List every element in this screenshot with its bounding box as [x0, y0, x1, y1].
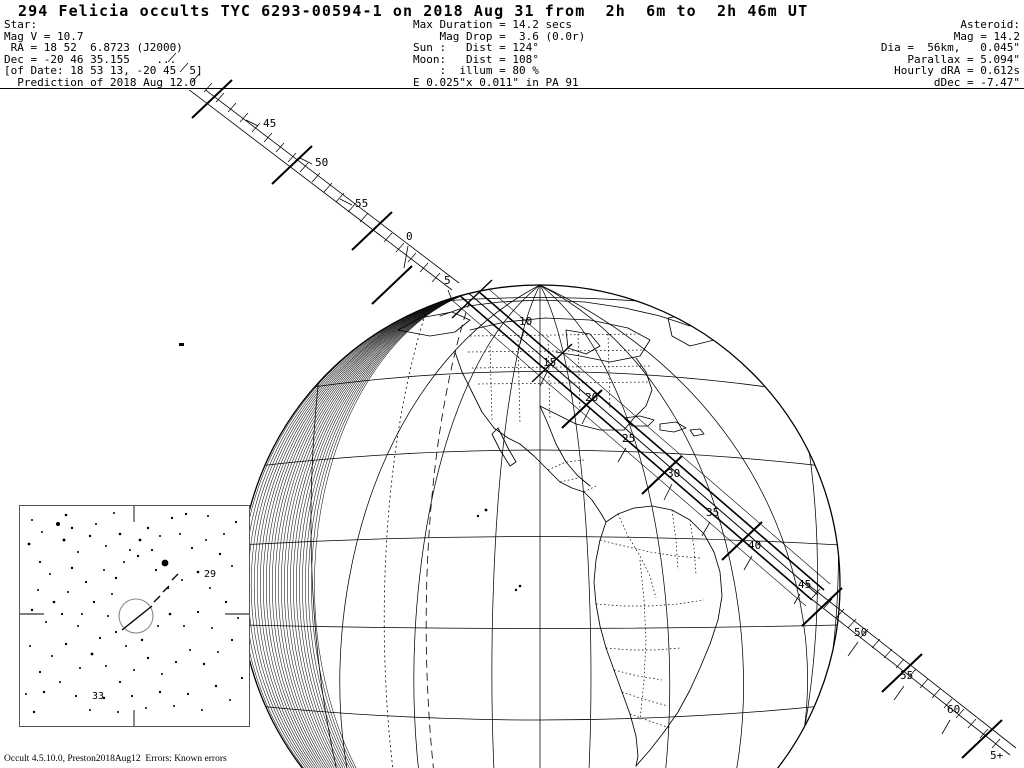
- inset-label-33: 33: [92, 691, 105, 702]
- inset-label-29: 29: [204, 569, 217, 580]
- occultation-prediction-page: 45 50 55 0 5 10 15 20 25 30 35 40 45 50 55 60 5+ 294 Fel…: [0, 0, 1024, 768]
- track-time-label: 0: [406, 230, 413, 243]
- track-time-label: 55: [355, 197, 368, 210]
- track-time-label: 30: [667, 467, 680, 480]
- track-time-label: 35: [706, 506, 719, 519]
- track-time-label: 55: [900, 669, 913, 682]
- header-divider-rule: [0, 88, 1024, 89]
- star-parameters: Star: Mag V = 10.7 RA = 18 52 6.8723 (J2…: [4, 18, 203, 89]
- track-time-label: 60: [947, 703, 960, 716]
- asteroid-parameters: Asteroid: Mag = 14.2 Dia = 56km, 0.045" …: [880, 18, 1020, 89]
- software-credit-footer: Occult 4.5.10.0, Preston2018Aug12 Errors…: [4, 754, 227, 764]
- track-time-label: 45: [263, 117, 276, 130]
- track-time-label: 25: [622, 432, 635, 445]
- track-time-label: 50: [854, 626, 867, 639]
- track-time-label: 5: [444, 274, 451, 287]
- track-time-label: 20: [585, 391, 598, 404]
- station-marker-dot: [179, 343, 184, 346]
- asteroid-marker: [161, 559, 169, 567]
- event-parameters: Max Duration = 14.2 secs Mag Drop = 3.6 …: [413, 18, 586, 89]
- track-time-label: 45: [798, 578, 811, 591]
- track-time-label: 50: [315, 156, 328, 169]
- track-time-label: 40: [748, 539, 761, 552]
- track-time-label: 10: [519, 315, 532, 328]
- star-field-inset: 29 33: [19, 505, 250, 727]
- track-time-label: 5+: [990, 749, 1004, 762]
- star-field-chart: [20, 506, 249, 726]
- track-time-label: 15: [543, 356, 556, 369]
